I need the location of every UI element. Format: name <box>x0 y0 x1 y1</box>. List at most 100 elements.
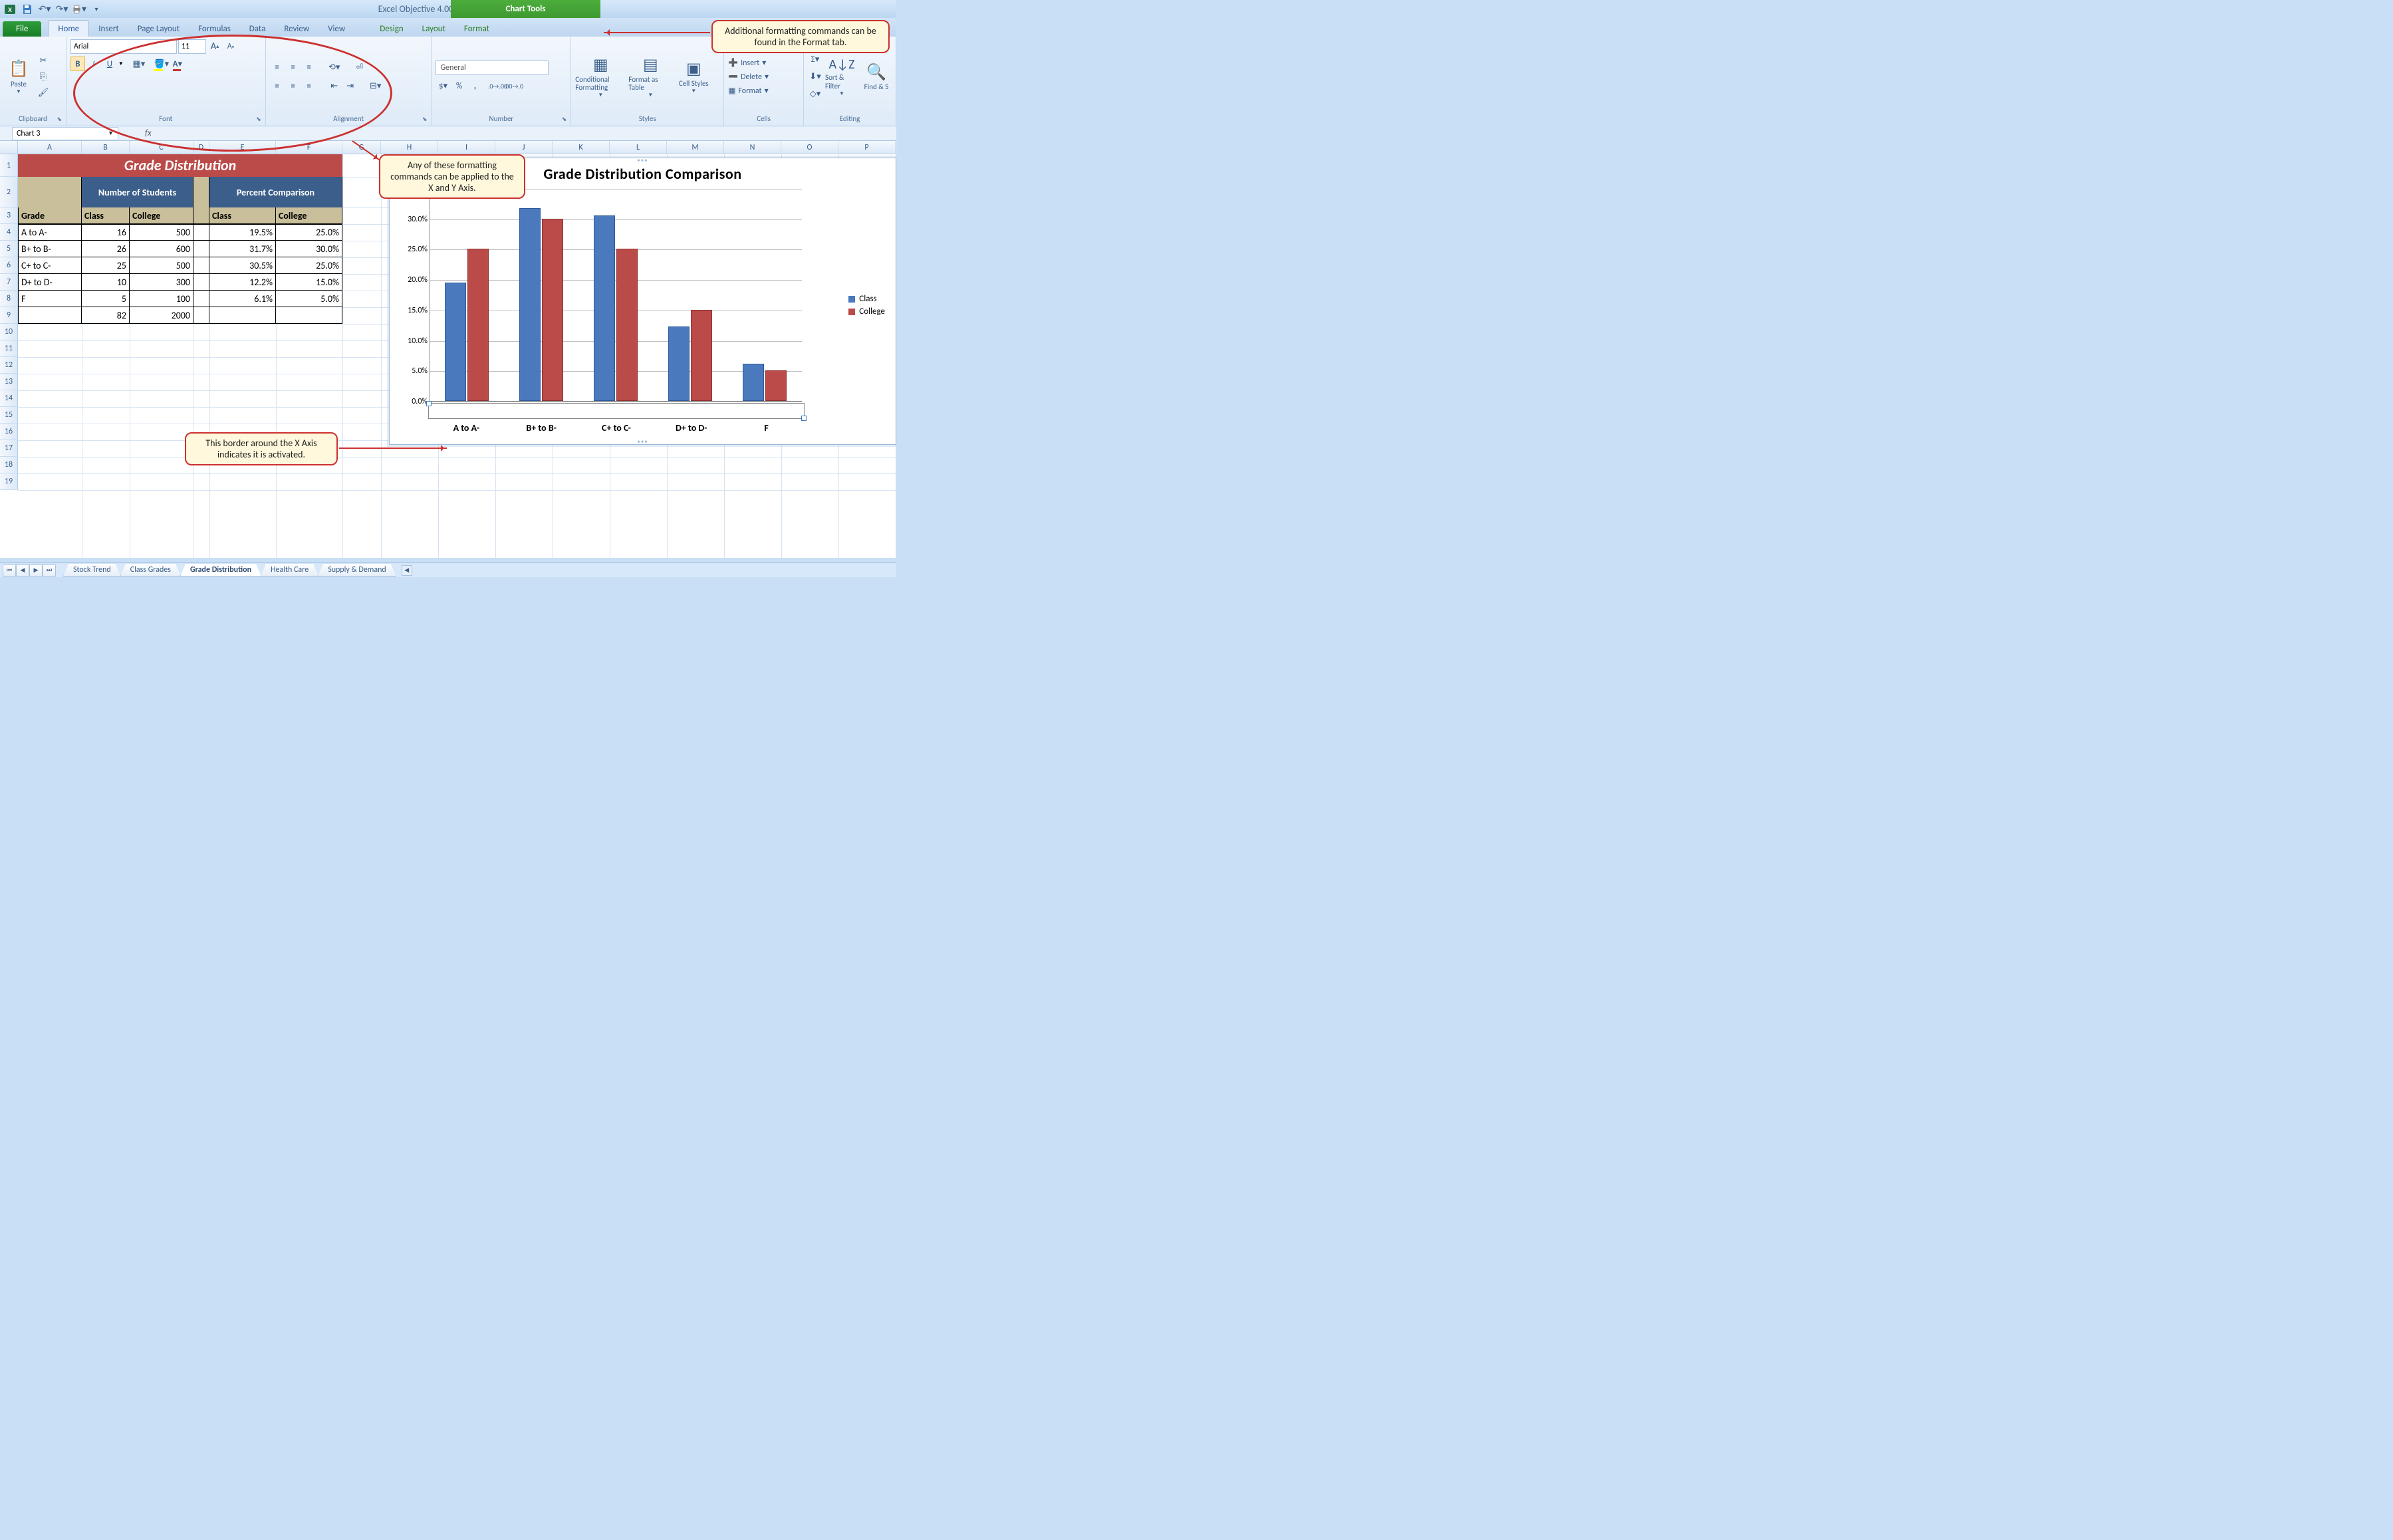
paste-button[interactable]: 📋 Paste ▼ <box>4 39 33 114</box>
sheet-tab[interactable]: Class Grades <box>120 564 181 577</box>
row-header-5[interactable]: 5 <box>0 241 18 257</box>
chart-resize-handle-bottom[interactable]: ••• <box>637 438 648 446</box>
sheet-nav-next-icon[interactable]: ▶ <box>29 565 43 577</box>
format-as-table-button[interactable]: ▤Format as Table▼ <box>628 39 672 114</box>
row-header-11[interactable]: 11 <box>0 340 18 357</box>
format-painter-icon[interactable]: 🖌 <box>36 86 51 100</box>
col-header-K[interactable]: K <box>553 141 610 154</box>
bar-class[interactable] <box>594 215 615 401</box>
x-axis-labels[interactable]: A to A-B+ to B-C+ to C-D+ to D-F <box>429 418 804 434</box>
col-header-M[interactable]: M <box>667 141 724 154</box>
cells-area[interactable]: Grade Distribution Number of Students Pe… <box>18 154 896 558</box>
file-tab[interactable]: File <box>3 21 41 37</box>
clipboard-dialog-icon[interactable]: ⬊ <box>57 116 62 123</box>
row-header-17[interactable]: 17 <box>0 440 18 457</box>
bar-college[interactable] <box>542 219 563 401</box>
sheet-tab[interactable]: Grade Distribution <box>180 564 261 577</box>
quickprint-icon[interactable]: ▾ <box>72 2 86 17</box>
format-cells-button[interactable]: ▦Format▾ <box>728 86 799 96</box>
percent-format-icon[interactable]: % <box>451 79 466 94</box>
redo-icon[interactable]: ↷▾ <box>55 2 69 17</box>
row-header-1[interactable]: 1 <box>0 154 18 177</box>
row-header-14[interactable]: 14 <box>0 390 18 407</box>
chart-resize-handle-top[interactable]: ••• <box>637 157 648 164</box>
save-icon[interactable] <box>20 2 35 17</box>
fill-icon[interactable]: ⬇▾ <box>808 70 822 84</box>
tab-review[interactable]: Review <box>275 21 318 37</box>
autosum-icon[interactable]: Σ▾ <box>808 53 822 67</box>
worksheet-grid[interactable]: ABCDEFGHIJKLMNOP 12345678910111213141516… <box>0 141 896 558</box>
sheet-tab[interactable]: Supply & Demand <box>318 564 396 577</box>
delete-cells-button[interactable]: ➖Delete▾ <box>728 72 799 82</box>
embedded-chart[interactable]: ••• ••• Grade Distribution Comparison 0.… <box>389 158 896 445</box>
accounting-format-icon[interactable]: $▾ <box>436 79 450 94</box>
increase-decimal-icon[interactable]: .0→.00 <box>490 79 505 94</box>
sheet-nav-first-icon[interactable]: ⏮ <box>3 565 16 577</box>
bar-class[interactable] <box>668 326 690 401</box>
bold-button[interactable]: B <box>70 57 85 71</box>
undo-icon[interactable]: ↶▾ <box>37 2 52 17</box>
row-header-15[interactable]: 15 <box>0 407 18 424</box>
alignment-dialog-icon[interactable]: ⬊ <box>422 116 428 123</box>
tab-chart-format[interactable]: Format <box>455 21 499 37</box>
col-header-P[interactable]: P <box>838 141 896 154</box>
tab-view[interactable]: View <box>318 21 354 37</box>
row-header-4[interactable]: 4 <box>0 224 18 241</box>
row-header-10[interactable]: 10 <box>0 324 18 340</box>
insert-cells-button[interactable]: ➕Insert▾ <box>728 58 799 68</box>
sheet-tab[interactable]: Stock Trend <box>63 564 121 577</box>
row-header-19[interactable]: 19 <box>0 473 18 490</box>
decrease-decimal-icon[interactable]: .00→.0 <box>506 79 521 94</box>
col-header-A[interactable]: A <box>18 141 82 154</box>
col-header-N[interactable]: N <box>724 141 781 154</box>
row-header-2[interactable]: 2 <box>0 177 18 207</box>
excel-icon[interactable]: X <box>3 2 17 17</box>
col-header-J[interactable]: J <box>495 141 553 154</box>
sheet-nav-prev-icon[interactable]: ◀ <box>16 565 29 577</box>
col-header-B[interactable]: B <box>82 141 130 154</box>
x-axis-selection-box[interactable]: A to A-B+ to B-C+ to C-D+ to D-F <box>428 403 805 419</box>
select-all-button[interactable] <box>0 141 18 154</box>
sheet-tab[interactable]: Health Care <box>261 564 318 577</box>
col-header-L[interactable]: L <box>610 141 667 154</box>
col-header-O[interactable]: O <box>781 141 838 154</box>
tab-scroll-right-icon[interactable]: ◀ <box>402 565 412 576</box>
row-header-12[interactable]: 12 <box>0 357 18 374</box>
name-box[interactable]: Chart 3 ▼ <box>12 127 118 140</box>
cut-icon[interactable]: ✂ <box>36 54 51 68</box>
row-header-3[interactable]: 3 <box>0 207 18 224</box>
plot-area[interactable]: 0.0%5.0%10.0%15.0%20.0%25.0%30.0%35.0% <box>430 189 802 402</box>
copy-icon[interactable]: ⎘ <box>36 70 51 84</box>
chart-legend[interactable]: Class College <box>848 291 885 319</box>
col-header-I[interactable]: I <box>438 141 495 154</box>
tab-chart-design[interactable]: Design <box>370 21 412 37</box>
tab-home[interactable]: Home <box>48 20 89 37</box>
qat-customize-icon[interactable]: ▾ <box>89 2 104 17</box>
row-header-7[interactable]: 7 <box>0 274 18 291</box>
comma-format-icon[interactable]: , <box>467 79 482 94</box>
row-header-16[interactable]: 16 <box>0 424 18 440</box>
number-format-select[interactable] <box>436 61 549 75</box>
bar-college[interactable] <box>616 249 638 401</box>
conditional-formatting-button[interactable]: ▦Conditional Formatting▼ <box>575 39 626 114</box>
row-header-13[interactable]: 13 <box>0 374 18 390</box>
cell-styles-button[interactable]: ▣Cell Styles▼ <box>675 39 712 114</box>
tab-page-layout[interactable]: Page Layout <box>128 21 189 37</box>
legend-item-class[interactable]: Class <box>848 294 885 304</box>
bar-class[interactable] <box>519 208 541 401</box>
col-header-H[interactable]: H <box>381 141 438 154</box>
row-header-8[interactable]: 8 <box>0 291 18 307</box>
tab-insert[interactable]: Insert <box>89 21 128 37</box>
number-dialog-icon[interactable]: ⬊ <box>562 116 567 123</box>
sheet-nav-last-icon[interactable]: ⏭ <box>43 565 56 577</box>
tab-chart-layout[interactable]: Layout <box>413 21 455 37</box>
bar-college[interactable] <box>467 249 489 401</box>
bar-class[interactable] <box>743 364 764 401</box>
row-header-9[interactable]: 9 <box>0 307 18 324</box>
row-header-6[interactable]: 6 <box>0 257 18 274</box>
bar-college[interactable] <box>765 370 787 401</box>
legend-item-college[interactable]: College <box>848 307 885 317</box>
bar-college[interactable] <box>691 310 712 401</box>
row-header-18[interactable]: 18 <box>0 457 18 473</box>
bar-class[interactable] <box>445 283 466 401</box>
